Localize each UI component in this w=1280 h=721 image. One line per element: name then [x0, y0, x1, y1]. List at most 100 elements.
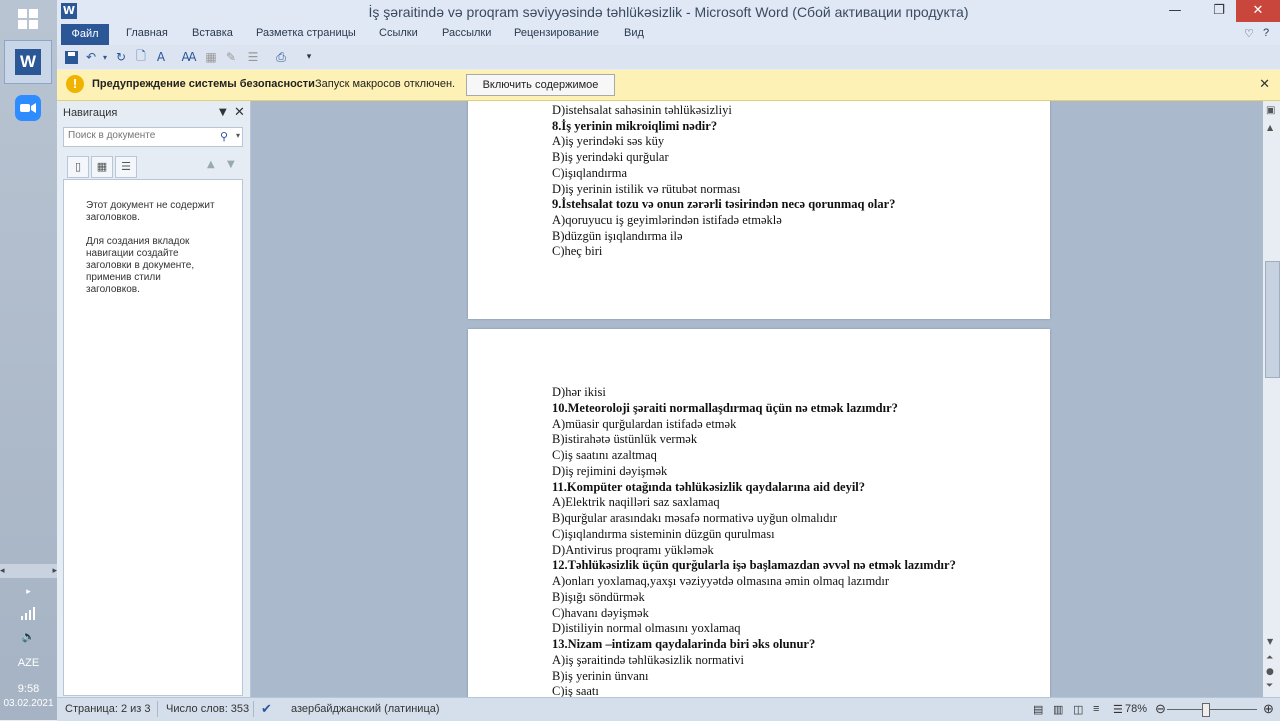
- answer-line[interactable]: C)işıqlandırma sisteminin düzgün qurulma…: [552, 527, 775, 542]
- answer-line[interactable]: C)iş saatını azaltmaq: [552, 448, 657, 463]
- question-line[interactable]: 11.Kompüter otağında təhlükəsizlik qayda…: [552, 480, 865, 495]
- save-icon[interactable]: [63, 49, 79, 65]
- scroll-up-icon[interactable]: ▲: [1267, 123, 1273, 132]
- close-warning-icon[interactable]: ✕: [1259, 76, 1270, 92]
- answer-line[interactable]: D)iş rejimini dəyişmək: [552, 464, 667, 479]
- answer-line[interactable]: D)iş yerinin istilik və rütubət norması: [552, 182, 741, 197]
- restore-button[interactable]: ❐: [1202, 0, 1236, 22]
- help-icon[interactable]: ?: [1263, 27, 1269, 39]
- close-button[interactable]: ✕: [1236, 0, 1280, 22]
- clock-date[interactable]: 03.02.2021: [0, 698, 57, 709]
- tab-view[interactable]: Вид: [624, 27, 644, 39]
- previous-page-icon[interactable]: ⏶: [1266, 653, 1273, 663]
- windows-start-button[interactable]: [4, 0, 52, 38]
- proofing-icon[interactable]: ✔: [261, 701, 272, 717]
- full-screen-reading-icon[interactable]: ▥: [1053, 703, 1063, 716]
- browse-object-icon[interactable]: ●: [1266, 667, 1274, 677]
- answer-line[interactable]: A)iş yerindəki səs küy: [552, 134, 664, 149]
- scrollbar-thumb[interactable]: [1265, 261, 1280, 378]
- tab-insert[interactable]: Вставка: [192, 27, 233, 39]
- answer-line[interactable]: C)işıqlandırma: [552, 166, 627, 181]
- tray-expand-icon[interactable]: ▸: [0, 586, 57, 597]
- clock-time[interactable]: 9:58: [0, 683, 57, 695]
- word-count[interactable]: Число слов: 353: [166, 703, 249, 715]
- redo-icon[interactable]: ↻: [113, 49, 129, 65]
- answer-line[interactable]: B)qurğular arasındakı məsafə normativə u…: [552, 511, 837, 526]
- zoom-out-icon[interactable]: ⊖: [1155, 701, 1166, 717]
- taskbar-zoom-button[interactable]: [4, 86, 52, 130]
- answer-line[interactable]: D)istiliyin normal olmasını yoxlamaq: [552, 621, 741, 636]
- headings-view-icon[interactable]: ▯: [67, 156, 89, 178]
- question-line[interactable]: 9.İstehsalat tozu və onun zərərli təsiri…: [552, 197, 895, 212]
- print-preview-icon[interactable]: ⎙: [273, 49, 289, 65]
- page-indicator[interactable]: Страница: 2 из 3: [65, 703, 151, 715]
- answer-line[interactable]: A)Elektrik naqilləri saz saxlamaq: [552, 495, 720, 510]
- undo-dropdown-icon[interactable]: ▾: [97, 49, 113, 65]
- answer-line[interactable]: A)qoruyucu iş geyimlərindən istifadə etm…: [552, 213, 782, 228]
- next-page-icon[interactable]: ⏷: [1266, 681, 1273, 691]
- tab-home[interactable]: Главная: [126, 27, 168, 39]
- draw-icon[interactable]: ✎: [223, 49, 239, 65]
- language-indicator[interactable]: AZE: [0, 657, 57, 669]
- answer-line[interactable]: A)müasir qurğulardan istifadə etmək: [552, 417, 736, 432]
- answer-line[interactable]: D)hər ikisi: [552, 385, 606, 400]
- answer-line[interactable]: B)iş yerindəki qurğular: [552, 150, 669, 165]
- draft-icon[interactable]: ☰: [1113, 703, 1123, 716]
- answer-line[interactable]: B)istirahətə üstünlük vermək: [552, 432, 697, 447]
- font-color-icon[interactable]: A: [153, 49, 169, 65]
- tab-mailings[interactable]: Рассылки: [442, 27, 491, 39]
- navigation-menu-icon[interactable]: ▼: [219, 107, 227, 118]
- ruler-toggle-icon[interactable]: ▣: [1266, 105, 1275, 116]
- document-page-1[interactable]: D)istehsalat sahəsinin təhlükəsizliyi 8.İ…: [468, 101, 1050, 319]
- question-line[interactable]: 13.Nizam –intizam qaydalarinda biri əks …: [552, 637, 815, 652]
- answer-line[interactable]: B)düzgün işıqlandırma ilə: [552, 229, 683, 244]
- answer-line[interactable]: D)Antivirus proqramı yükləmək: [552, 543, 714, 558]
- search-input[interactable]: [64, 128, 212, 143]
- ribbon-collapse-icon[interactable]: ♡: [1244, 27, 1254, 40]
- tab-references[interactable]: Ссылки: [379, 27, 418, 39]
- question-line[interactable]: 8.İş yerinin mikroiqlimi nədir?: [552, 119, 717, 134]
- scroll-down-icon[interactable]: ▼: [1267, 637, 1273, 646]
- taskbar-word-button[interactable]: W: [4, 40, 52, 84]
- zoom-slider[interactable]: [1167, 709, 1257, 710]
- tab-review[interactable]: Рецензирование: [514, 27, 599, 39]
- previous-result-icon[interactable]: ▲: [207, 159, 215, 170]
- navigation-close-icon[interactable]: ✕: [234, 105, 245, 120]
- outline-icon[interactable]: ≡: [1093, 703, 1099, 715]
- answer-line[interactable]: A)onları yoxlamaq,yaxşı vəziyyətdə olmas…: [552, 574, 889, 589]
- taskbar-scroll[interactable]: ◂ ▸: [0, 564, 57, 578]
- search-icon[interactable]: ⚲: [220, 130, 228, 143]
- document-page-2[interactable]: D)hər ikisi 10.Meteoroloji şəraiti normal…: [468, 329, 1050, 697]
- zoom-level[interactable]: 78%: [1125, 703, 1147, 715]
- new-document-icon[interactable]: 🗋: [133, 49, 149, 65]
- vertical-scrollbar[interactable]: ▣ ▲ ▼ ⏶ ● ⏷: [1263, 101, 1280, 697]
- question-line[interactable]: 10.Meteoroloji şəraiti normallaşdırmaq ü…: [552, 401, 898, 416]
- tab-file[interactable]: Файл: [61, 24, 109, 45]
- web-layout-icon[interactable]: ◫: [1073, 703, 1083, 716]
- enable-content-button[interactable]: Включить содержимое: [466, 74, 615, 96]
- answer-line[interactable]: C)heç biri: [552, 244, 602, 259]
- question-line[interactable]: 12.Təhlükəsizlik üçün qurğularla işə baş…: [552, 558, 956, 573]
- scroll-left-icon[interactable]: ◂: [0, 566, 5, 576]
- pages-view-icon[interactable]: ▦: [91, 156, 113, 178]
- next-result-icon[interactable]: ▼: [227, 159, 235, 170]
- tab-page-layout[interactable]: Разметка страницы: [256, 27, 356, 39]
- print-layout-icon[interactable]: ▤: [1033, 703, 1043, 716]
- search-dropdown-icon[interactable]: ▾: [236, 131, 240, 140]
- minimize-button[interactable]: —: [1158, 0, 1192, 22]
- results-view-icon[interactable]: ☰: [115, 156, 137, 178]
- customize-toolbar-icon[interactable]: ▾: [301, 49, 317, 65]
- answer-line[interactable]: C)havanı dəyişmək: [552, 606, 649, 621]
- list-icon[interactable]: ☰: [245, 49, 261, 65]
- format-icon[interactable]: Ꜳ: [181, 49, 197, 65]
- zoom-in-icon[interactable]: ⊕: [1263, 701, 1274, 717]
- answer-line[interactable]: B)iş yerinin ünvanı: [552, 669, 649, 684]
- language-status[interactable]: азербайджанский (латиница): [291, 703, 440, 715]
- table-icon[interactable]: ▦: [203, 49, 219, 65]
- volume-icon[interactable]: 🔈: [0, 630, 57, 643]
- answer-line[interactable]: D)istehsalat sahəsinin təhlükəsizliyi: [552, 103, 732, 118]
- zoom-slider-thumb[interactable]: [1202, 703, 1210, 717]
- network-icon[interactable]: [0, 606, 57, 623]
- document-area[interactable]: D)istehsalat sahəsinin təhlükəsizliyi 8.İ…: [251, 101, 1263, 697]
- answer-line[interactable]: C)iş saatı: [552, 684, 599, 697]
